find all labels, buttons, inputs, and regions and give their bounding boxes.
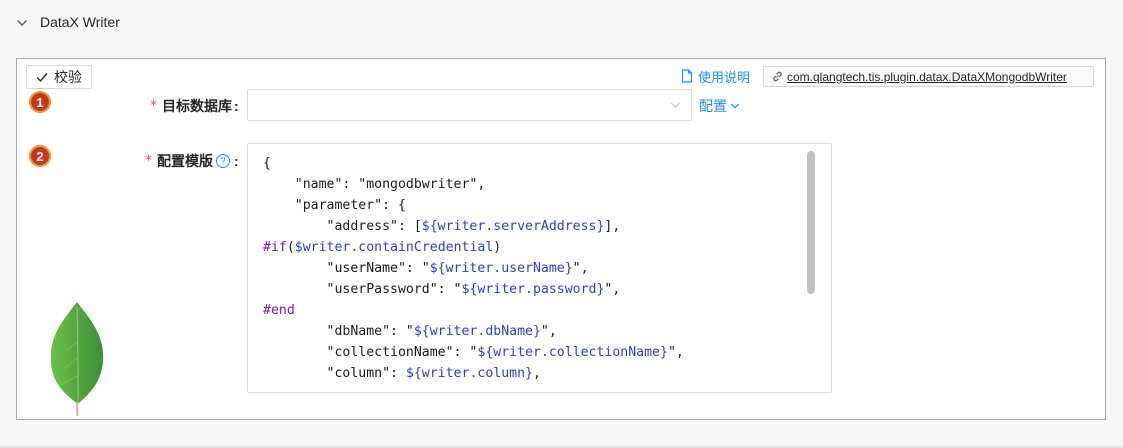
configure-db-label: 配置 [699,98,727,114]
link-icon [773,71,782,82]
check-icon [36,73,48,83]
template-editor[interactable]: { "name": "mongodbwriter", "parameter": … [247,143,832,393]
field-index-badge: 1 [29,91,51,113]
target-db-label: * 目标数据库 : [150,96,239,116]
chevron-down-icon [670,102,681,109]
verify-button-label: 校验 [54,69,82,85]
verify-button[interactable]: 校验 [26,65,92,89]
impl-class-tag[interactable]: com.qlangtech.tis.plugin.datax.DataXMong… [763,66,1094,87]
label-colon: : [234,153,239,169]
template-code[interactable]: { "name": "mongodbwriter", "parameter": … [263,153,684,384]
target-db-label-text: 目标数据库 [162,98,232,114]
section-title: DataX Writer [40,14,120,30]
document-icon [681,69,693,83]
impl-class-name: com.qlangtech.tis.plugin.datax.DataXMong… [787,69,1067,84]
template-label-text: 配置模版 [157,153,213,169]
configure-db-link[interactable]: 配置 [699,96,740,116]
chevron-down-icon [730,103,740,109]
scrollbar-thumb[interactable] [807,151,815,294]
help-link[interactable]: 使用说明 [681,67,750,85]
editor-scrollbar[interactable] [803,146,817,390]
chevron-down-icon[interactable] [16,17,28,29]
question-circle-icon[interactable]: ? [216,154,230,168]
label-colon: : [234,98,239,114]
required-mark: * [145,153,152,169]
help-link-label: 使用说明 [698,69,751,85]
field-index-badge: 2 [29,145,51,167]
template-label: * 配置模版 ? : [145,151,239,171]
mongodb-leaf-icon [50,302,104,416]
target-db-select[interactable] [247,89,692,121]
required-mark: * [150,98,157,114]
section-header[interactable]: DataX Writer [0,0,1123,46]
